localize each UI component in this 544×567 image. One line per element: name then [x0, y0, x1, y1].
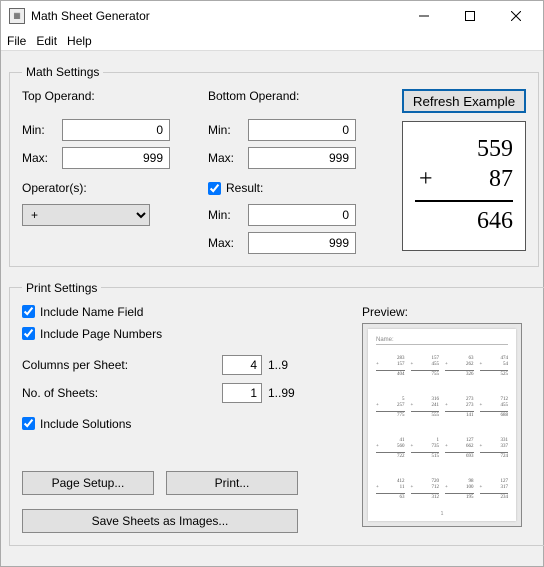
preview-name-line: Name: — [376, 337, 508, 345]
preview-heading: Preview: — [362, 305, 532, 319]
print-button[interactable]: Print... — [166, 471, 298, 495]
operator-heading: Operator(s): — [22, 181, 208, 196]
top-min-input[interactable] — [62, 119, 170, 141]
result-max-label: Max: — [208, 236, 248, 250]
preview-problem: 127317234 — [480, 472, 509, 509]
bottom-operand-heading: Bottom Operand: — [208, 89, 394, 111]
page-setup-button[interactable]: Page Setup... — [22, 471, 154, 495]
result-checkbox[interactable] — [208, 182, 221, 195]
preview-problem: 63262326 — [445, 349, 474, 386]
preview-problem: 283157404 — [376, 349, 405, 386]
save-images-button[interactable]: Save Sheets as Images... — [22, 509, 298, 533]
close-button[interactable] — [493, 1, 539, 31]
sheets-hint: 1..99 — [268, 386, 295, 400]
app-icon: ▦ — [9, 8, 25, 24]
include-solutions-checkbox-label[interactable]: Include Solutions — [22, 417, 352, 431]
include-pagenum-checkbox[interactable] — [22, 327, 35, 340]
result-max-input[interactable] — [248, 232, 356, 254]
example-operator: + — [415, 166, 453, 193]
include-name-checkbox-label[interactable]: Include Name Field — [22, 305, 352, 319]
result-min-label: Min: — [208, 208, 248, 222]
menu-help[interactable]: Help — [67, 34, 92, 48]
print-settings-legend: Print Settings — [22, 281, 101, 295]
include-pagenum-text: Include Page Numbers — [40, 327, 162, 341]
include-solutions-text: Include Solutions — [40, 417, 131, 431]
preview-problem: 331337724 — [480, 431, 509, 468]
preview-frame: Name: 2831574041574557556326232647454525… — [362, 323, 522, 527]
preview-page-number: 1 — [376, 511, 508, 517]
preview-problem: 316241555 — [411, 390, 440, 427]
print-settings-group: Print Settings Include Name Field Includ… — [9, 281, 544, 546]
result-min-input[interactable] — [248, 204, 356, 226]
result-checkbox-label[interactable]: Result: — [208, 181, 263, 195]
preview-problem: 720712312 — [411, 472, 440, 509]
preview-problem: 41560722 — [376, 431, 405, 468]
window-controls — [401, 1, 539, 31]
preview-problem: 157455755 — [411, 349, 440, 386]
top-operand-heading: Top Operand: — [22, 89, 208, 111]
top-min-label: Min: — [22, 123, 62, 137]
math-settings-legend: Math Settings — [22, 65, 103, 79]
preview-panel: Preview: Name: 2831574041574557556326232… — [362, 305, 532, 533]
preview-problem: 47454525 — [480, 349, 509, 386]
include-name-checkbox[interactable] — [22, 305, 35, 318]
menu-edit[interactable]: Edit — [36, 34, 57, 48]
menubar: File Edit Help — [1, 31, 543, 51]
sheets-input[interactable] — [222, 383, 262, 403]
bottom-max-input[interactable] — [248, 147, 356, 169]
columns-input[interactable] — [222, 355, 262, 375]
client-area: Math Settings Top Operand: Bottom Operan… — [1, 51, 543, 566]
sheets-label: No. of Sheets: — [22, 386, 142, 400]
include-name-text: Include Name Field — [40, 305, 143, 319]
top-max-label: Max: — [22, 151, 62, 165]
bottom-min-input[interactable] — [248, 119, 356, 141]
example-result: 646 — [453, 208, 513, 235]
operator-select[interactable]: + — [22, 204, 150, 226]
app-window: ▦ Math Sheet Generator File Edit Help Ma… — [0, 0, 544, 567]
preview-problem: 4121163 — [376, 472, 405, 509]
bottom-min-label: Min: — [208, 123, 248, 137]
bottom-max-label: Max: — [208, 151, 248, 165]
example-preview: 559 +87 646 — [402, 121, 526, 251]
preview-problem: 712455688 — [480, 390, 509, 427]
include-pagenum-checkbox-label[interactable]: Include Page Numbers — [22, 327, 352, 341]
preview-problem: 1735515 — [411, 431, 440, 468]
titlebar: ▦ Math Sheet Generator — [1, 1, 543, 31]
menu-file[interactable]: File — [7, 34, 26, 48]
preview-problem: 127662693 — [445, 431, 474, 468]
math-settings-group: Math Settings Top Operand: Bottom Operan… — [9, 65, 539, 267]
preview-problem: 5257775 — [376, 390, 405, 427]
preview-problem: 98100195 — [445, 472, 474, 509]
example-bottom: 87 — [453, 166, 513, 193]
preview-problem: 273273141 — [445, 390, 474, 427]
top-max-input[interactable] — [62, 147, 170, 169]
preview-page: Name: 2831574041574557556326232647454525… — [368, 329, 516, 521]
include-solutions-checkbox[interactable] — [22, 417, 35, 430]
columns-label: Columns per Sheet: — [22, 358, 142, 372]
maximize-button[interactable] — [447, 1, 493, 31]
preview-grid: 2831574041574557556326232647454525 525777… — [376, 349, 508, 509]
refresh-example-button[interactable]: Refresh Example — [402, 89, 526, 113]
result-label-text: Result: — [226, 181, 263, 195]
window-title: Math Sheet Generator — [31, 9, 401, 23]
minimize-button[interactable] — [401, 1, 447, 31]
columns-hint: 1..9 — [268, 358, 288, 372]
example-top: 559 — [453, 136, 513, 163]
